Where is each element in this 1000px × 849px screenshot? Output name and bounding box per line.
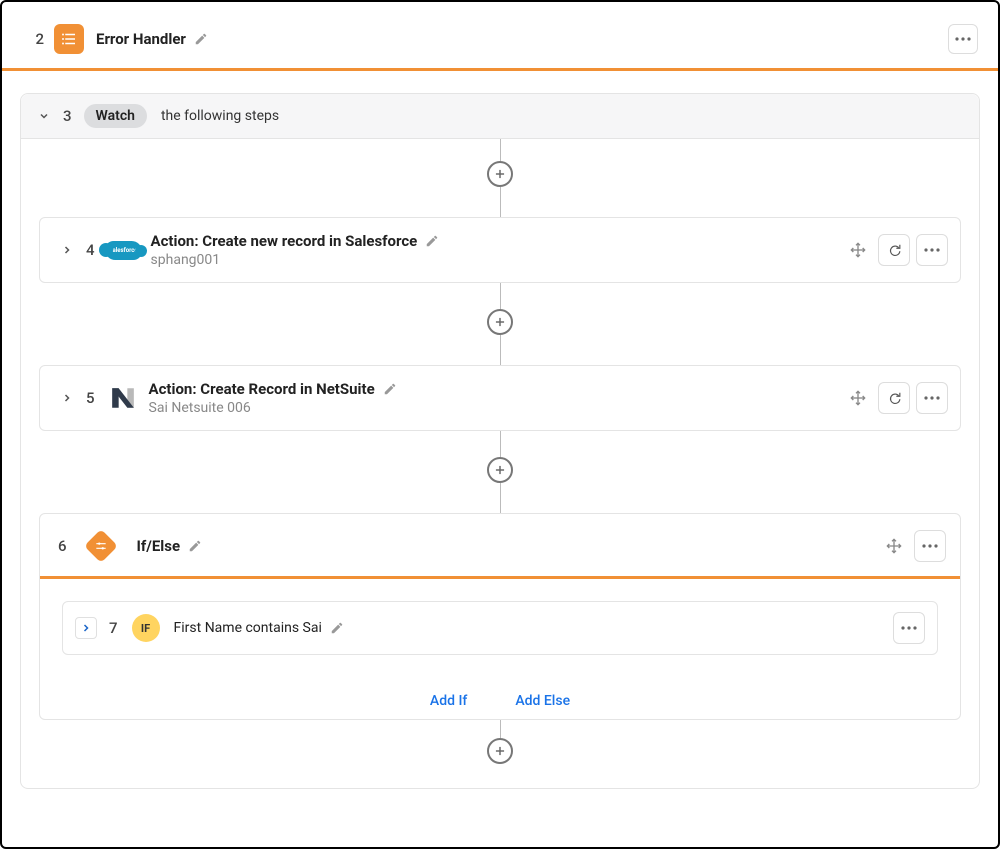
if-condition-row[interactable]: 7 IF First Name contains Sai <box>62 601 938 655</box>
if-badge: IF <box>132 614 160 642</box>
edit-icon[interactable] <box>330 621 344 635</box>
add-step-button[interactable] <box>487 309 513 335</box>
add-if-button[interactable]: Add If <box>430 693 467 709</box>
more-button[interactable] <box>916 382 948 414</box>
redo-icon[interactable] <box>878 382 910 414</box>
step-text: Action: Create Record in NetSuite Sai Ne… <box>149 380 397 416</box>
ifelse-footer: Add If Add Else <box>40 665 960 719</box>
step-card-salesforce[interactable]: 4 salesforce Action: Create new record i… <box>39 217 961 283</box>
step-number: 3 <box>63 107 72 125</box>
step-number: 2 <box>22 30 44 48</box>
chevron-right-icon[interactable] <box>58 244 76 256</box>
block-title: Error Handler <box>96 30 186 48</box>
workflow-canvas: 2 Error Handler 3 Watch the following st… <box>0 0 1000 849</box>
netsuite-icon <box>109 384 137 412</box>
chevron-right-icon[interactable] <box>58 392 76 404</box>
more-button[interactable] <box>916 234 948 266</box>
edit-icon[interactable] <box>188 539 202 553</box>
edit-icon[interactable] <box>425 234 439 248</box>
move-icon[interactable] <box>880 532 908 560</box>
watch-description: the following steps <box>161 108 279 124</box>
add-step-button[interactable] <box>487 738 513 764</box>
step-title: Action: Create Record in NetSuite <box>149 380 375 398</box>
edit-icon[interactable] <box>383 382 397 396</box>
redo-icon[interactable] <box>878 234 910 266</box>
chevron-right-icon[interactable] <box>75 617 97 639</box>
error-handler-header: 2 Error Handler <box>12 10 988 68</box>
ifelse-icon <box>84 529 118 563</box>
step-card-netsuite[interactable]: 5 Action: Create Record in NetSuite Sai … <box>39 365 961 431</box>
ifelse-block: 6 If/Else <box>39 513 961 720</box>
ifelse-title: If/Else <box>137 537 181 555</box>
ifelse-header: 6 If/Else <box>40 514 960 576</box>
more-button[interactable] <box>893 612 925 644</box>
connector <box>39 720 961 764</box>
if-condition-text: First Name contains Sai <box>174 620 322 636</box>
salesforce-icon: salesforce <box>109 235 139 265</box>
watch-badge: Watch <box>84 104 147 128</box>
add-step-button[interactable] <box>487 161 513 187</box>
step-title: Action: Create new record in Salesforce <box>151 232 418 250</box>
step-number: 6 <box>58 537 67 555</box>
move-icon[interactable] <box>844 384 872 412</box>
watch-header[interactable]: 3 Watch the following steps <box>21 94 979 139</box>
edit-icon[interactable] <box>194 32 208 46</box>
watch-block: 3 Watch the following steps 4 salesfo <box>20 93 980 789</box>
step-text: Action: Create new record in Salesforce … <box>151 232 440 268</box>
add-step-button[interactable] <box>487 457 513 483</box>
connector <box>39 283 961 365</box>
step-number: 4 <box>86 241 95 259</box>
add-else-button[interactable]: Add Else <box>515 693 570 709</box>
step-subtitle: Sai Netsuite 006 <box>149 400 397 416</box>
connector <box>39 431 961 513</box>
more-button[interactable] <box>948 24 978 54</box>
step-subtitle: sphang001 <box>151 252 440 268</box>
chevron-down-icon[interactable] <box>35 110 53 122</box>
watch-body: 4 salesforce Action: Create new record i… <box>21 139 979 788</box>
connector <box>39 139 961 217</box>
if-branch-area: 7 IF First Name contains Sai <box>40 579 960 665</box>
error-handler-icon <box>54 24 84 54</box>
step-number: 7 <box>109 619 118 637</box>
move-icon[interactable] <box>844 236 872 264</box>
step-number: 5 <box>86 389 95 407</box>
more-button[interactable] <box>914 530 946 562</box>
orange-divider <box>2 68 998 71</box>
